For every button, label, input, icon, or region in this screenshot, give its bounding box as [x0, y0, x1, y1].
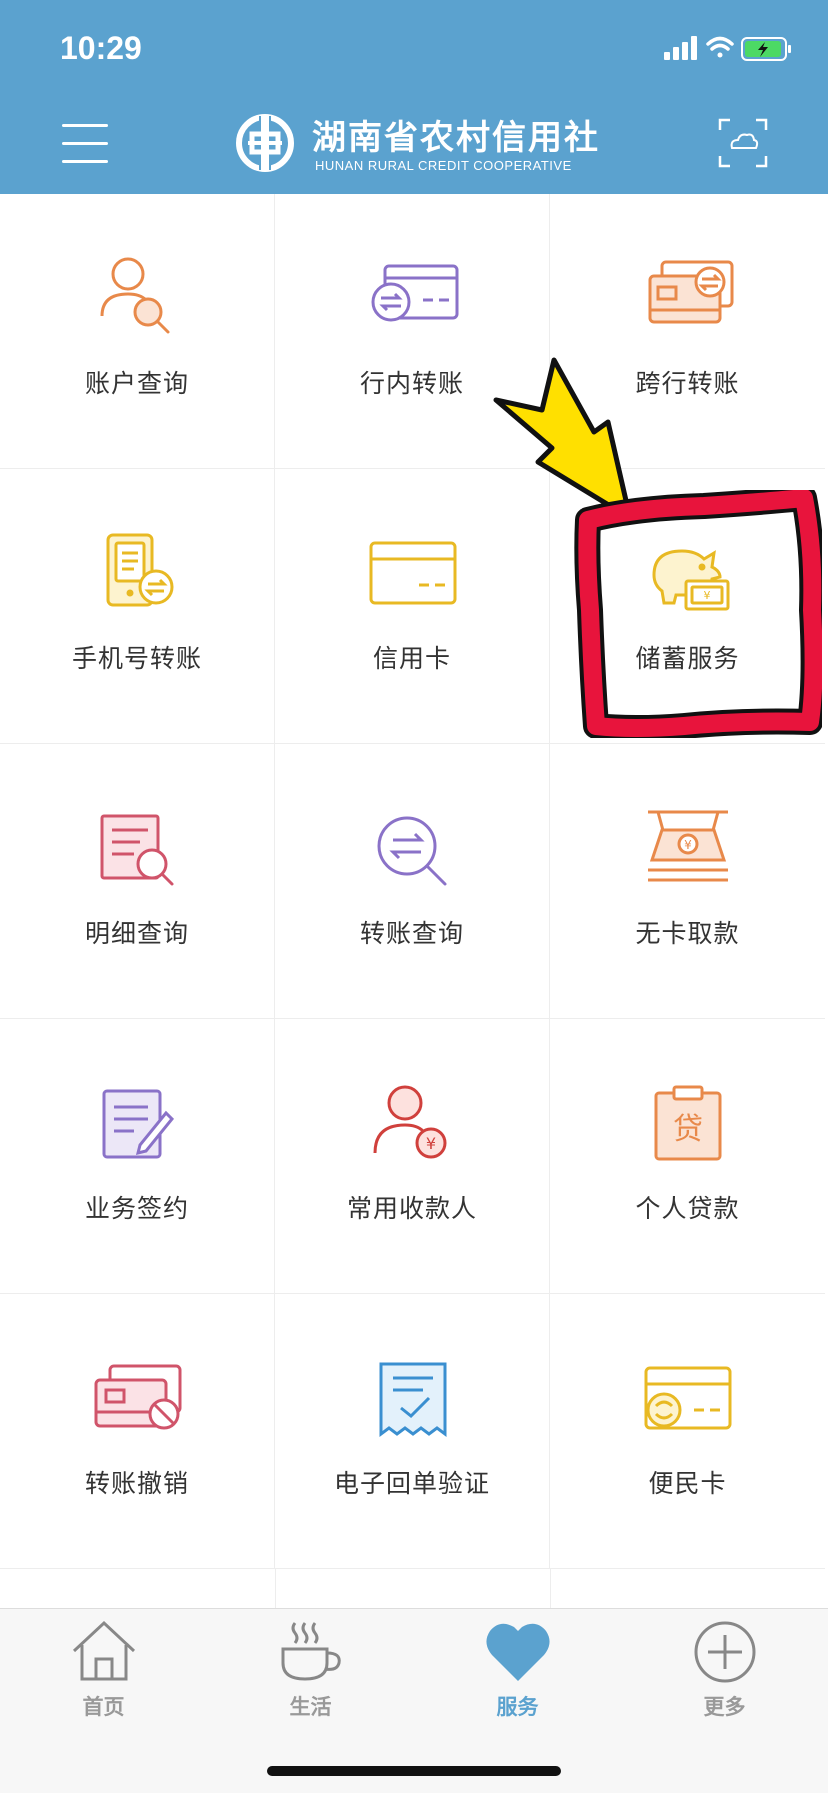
transfer-cancel-icon: [94, 1364, 182, 1430]
tab-label: 更多: [703, 1695, 746, 1719]
svg-text:¥: ¥: [684, 838, 692, 852]
credit-card-icon: [369, 541, 457, 605]
scan-icon[interactable]: [718, 118, 768, 168]
service-transfer-cancel[interactable]: 转账撤销: [0, 1294, 275, 1569]
service-contract-sign[interactable]: 业务签约: [0, 1019, 275, 1294]
service-label: 明细查询: [84, 919, 189, 948]
service-label: 便民卡: [648, 1469, 727, 1498]
heart-icon: [486, 1623, 550, 1681]
status-time: 10:29: [60, 30, 142, 66]
service-detail-search[interactable]: 明细查询: [0, 744, 275, 1019]
brand-subtitle: HUNAN RURAL CREDIT COOPERATIVE: [315, 158, 572, 173]
service-label: 转账撤销: [84, 1469, 189, 1498]
service-label: 账户查询: [84, 369, 189, 398]
service-label: 电子回单验证: [333, 1469, 490, 1498]
abc-logo-icon: [236, 114, 294, 172]
service-transfer-search[interactable]: 转账查询: [275, 744, 550, 1019]
service-account-search[interactable]: 账户查询: [0, 194, 275, 469]
tab-label: 生活: [289, 1695, 332, 1719]
menu-icon-line: [62, 124, 108, 127]
payee-icon: ¥: [373, 1085, 447, 1159]
service-convenience-card[interactable]: 便民卡: [550, 1294, 825, 1569]
battery-icon: [741, 37, 791, 61]
svg-text:¥: ¥: [426, 1134, 436, 1153]
detail-search-icon: [100, 814, 174, 886]
menu-icon-line: [62, 160, 108, 163]
transfer-search-icon: [377, 816, 447, 886]
e-receipt-icon: [379, 1362, 447, 1437]
app-header: 10:29 湖南省农村信用社 HUNAN RURAL CREDIT COOPER…: [0, 0, 828, 194]
internal-transfer-icon: [371, 264, 459, 322]
service-label: 无卡取款: [635, 919, 740, 948]
service-cardless-withdraw[interactable]: ¥ 无卡取款: [550, 744, 825, 1019]
loan-icon: 贷: [654, 1085, 722, 1161]
home-icon: [72, 1620, 136, 1681]
phone-transfer-icon: [106, 533, 174, 607]
tab-more[interactable]: 更多: [621, 1609, 828, 1729]
tab-life[interactable]: 生活: [207, 1609, 414, 1729]
account-search-icon: [100, 257, 170, 334]
brand-title: 湖南省农村信用社: [312, 118, 600, 158]
partial-cell: [0, 1569, 276, 1609]
menu-icon-line: [62, 142, 108, 145]
service-e-receipt[interactable]: 电子回单验证: [275, 1294, 550, 1569]
tab-label: 首页: [82, 1695, 125, 1719]
coffee-cup-icon: [281, 1622, 341, 1681]
service-label: 常用收款人: [346, 1194, 477, 1223]
partial-grid-row: [0, 1569, 828, 1609]
status-icons: [664, 36, 791, 61]
partial-cell: [275, 1569, 551, 1609]
plus-circle-icon: [694, 1621, 756, 1683]
service-label: 手机号转账: [71, 644, 202, 673]
signal-icon: [664, 36, 697, 60]
tab-label: 服务: [496, 1695, 539, 1719]
interbank-transfer-icon: [648, 260, 734, 324]
service-phone-transfer[interactable]: 手机号转账: [0, 469, 275, 744]
service-label: 业务签约: [84, 1194, 189, 1223]
convenience-card-icon: [644, 1366, 732, 1430]
tab-home[interactable]: 首页: [0, 1609, 207, 1729]
home-indicator[interactable]: [267, 1766, 561, 1776]
service-label: 信用卡: [372, 644, 451, 673]
service-label: 转账查询: [359, 919, 464, 948]
wifi-icon: [706, 36, 734, 58]
highlight-box: [574, 490, 822, 738]
contract-sign-icon: [102, 1089, 175, 1159]
svg-text:贷: 贷: [673, 1112, 703, 1147]
service-payee[interactable]: ¥ 常用收款人: [275, 1019, 550, 1294]
tab-service[interactable]: 服务: [414, 1609, 621, 1729]
service-loan[interactable]: 贷 个人贷款: [550, 1019, 825, 1294]
menu-button[interactable]: [62, 122, 108, 168]
service-label: 个人贷款: [635, 1194, 740, 1223]
cardless-withdraw-icon: ¥: [648, 810, 728, 882]
